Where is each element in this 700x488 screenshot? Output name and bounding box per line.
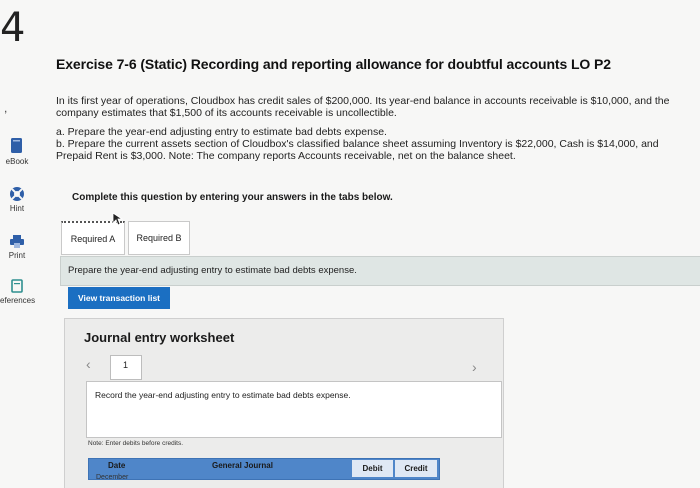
column-header-date: Date — [108, 461, 126, 470]
hint-icon — [10, 187, 24, 201]
rail-item-hint[interactable]: Hint — [0, 186, 34, 213]
page-indicator[interactable]: 1 — [110, 355, 142, 380]
debit-credit-note: Note: Enter debits before credits. — [88, 440, 184, 447]
column-header-general-journal: General Journal — [212, 461, 273, 470]
chevron-right-icon[interactable]: › — [472, 359, 477, 375]
column-header-credit: Credit — [395, 460, 437, 477]
mouse-cursor-icon — [112, 212, 124, 226]
print-icon — [10, 235, 24, 248]
tab-required-b[interactable]: Required B — [128, 221, 190, 255]
rail-item-print[interactable]: Print — [0, 234, 34, 260]
first-row-date[interactable]: December — [96, 474, 128, 481]
rail-marker: , — [4, 101, 8, 115]
column-header-debit: Debit — [352, 460, 393, 477]
task-b-text: b. Prepare the current assets section of… — [56, 138, 659, 162]
complete-prompt: Complete this question by entering your … — [72, 192, 393, 203]
worksheet-title: Journal entry worksheet — [84, 330, 235, 345]
exercise-title: Exercise 7-6 (Static) Recording and repo… — [56, 56, 611, 72]
rail-label-print: Print — [8, 251, 26, 260]
rail-label-references: eferences — [0, 296, 36, 305]
task-a-text: a. Prepare the year-end adjusting entry … — [56, 126, 387, 138]
book-icon — [11, 138, 22, 153]
rail-item-ebook[interactable]: eBook — [0, 137, 34, 166]
rail-item-references[interactable]: eferences — [0, 279, 36, 305]
record-instruction-text: Record the year-end adjusting entry to e… — [95, 390, 351, 400]
view-transaction-list-button[interactable]: View transaction list — [68, 287, 170, 309]
rail-label-ebook: eBook — [5, 157, 29, 166]
instruction-text: Prepare the year-end adjusting entry to … — [68, 265, 357, 276]
references-icon — [11, 279, 23, 293]
tab-required-a[interactable]: Required A — [61, 221, 125, 255]
question-number: 4 — [0, 5, 26, 51]
rail-label-hint: Hint — [9, 204, 25, 213]
exercise-paragraph: In its first year of operations, Cloudbo… — [56, 95, 670, 119]
chevron-left-icon[interactable]: ‹ — [86, 356, 91, 372]
